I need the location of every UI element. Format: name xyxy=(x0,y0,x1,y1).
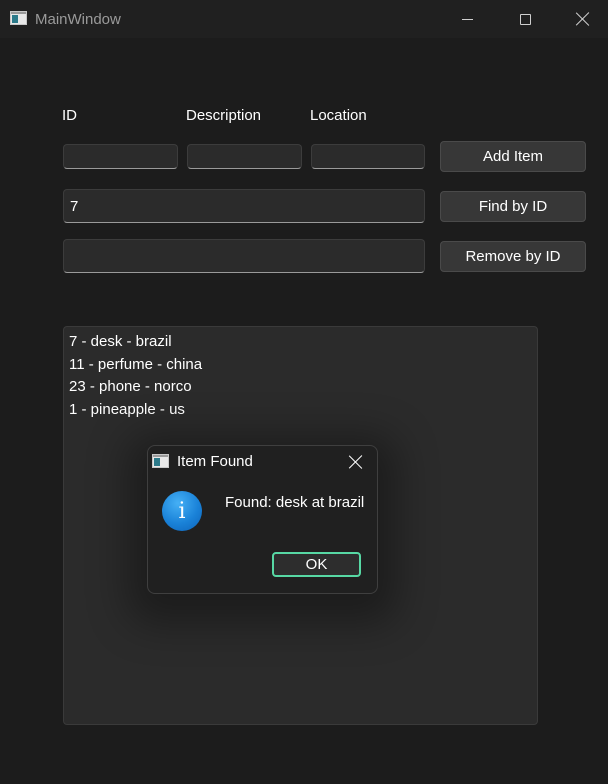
find-by-id-button[interactable]: Find by ID xyxy=(440,191,586,222)
description-input[interactable] xyxy=(187,144,302,169)
ok-button[interactable]: OK xyxy=(272,552,361,577)
description-label: Description xyxy=(186,107,262,124)
add-item-button[interactable]: Add Item xyxy=(440,141,586,172)
maximize-button[interactable] xyxy=(496,0,554,38)
close-button[interactable] xyxy=(554,0,608,38)
item-found-dialog: Item Found i Found: desk at brazil OK xyxy=(147,445,378,594)
remove-by-id-button[interactable]: Remove by ID xyxy=(440,241,586,272)
dialog-message: Found: desk at brazil xyxy=(225,494,365,511)
main-window: MainWindow ID Description Location Add I… xyxy=(0,0,608,784)
list-item[interactable]: 11 - perfume - china xyxy=(69,354,532,377)
dialog-app-icon xyxy=(152,454,169,468)
dialog-title: Item Found xyxy=(177,453,253,470)
find-id-input[interactable]: 7 xyxy=(63,189,425,223)
minimize-button[interactable] xyxy=(438,0,496,38)
list-item[interactable]: 1 - pineapple - us xyxy=(69,399,532,422)
list-item[interactable]: 23 - phone - norco xyxy=(69,376,532,399)
dialog-close-button[interactable] xyxy=(344,452,368,472)
list-item[interactable]: 7 - desk - brazil xyxy=(69,331,532,354)
location-label: Location xyxy=(310,107,367,124)
location-input[interactable] xyxy=(311,144,425,169)
remove-id-input[interactable] xyxy=(63,239,425,273)
info-icon: i xyxy=(162,491,202,531)
maximize-icon xyxy=(519,13,531,25)
close-icon xyxy=(349,455,363,469)
close-icon xyxy=(576,12,590,26)
id-label: ID xyxy=(62,107,77,124)
window-title: MainWindow xyxy=(35,11,121,28)
id-input[interactable] xyxy=(63,144,178,169)
minimize-icon xyxy=(461,18,473,20)
app-icon xyxy=(10,11,27,25)
title-bar[interactable]: MainWindow xyxy=(0,0,608,38)
